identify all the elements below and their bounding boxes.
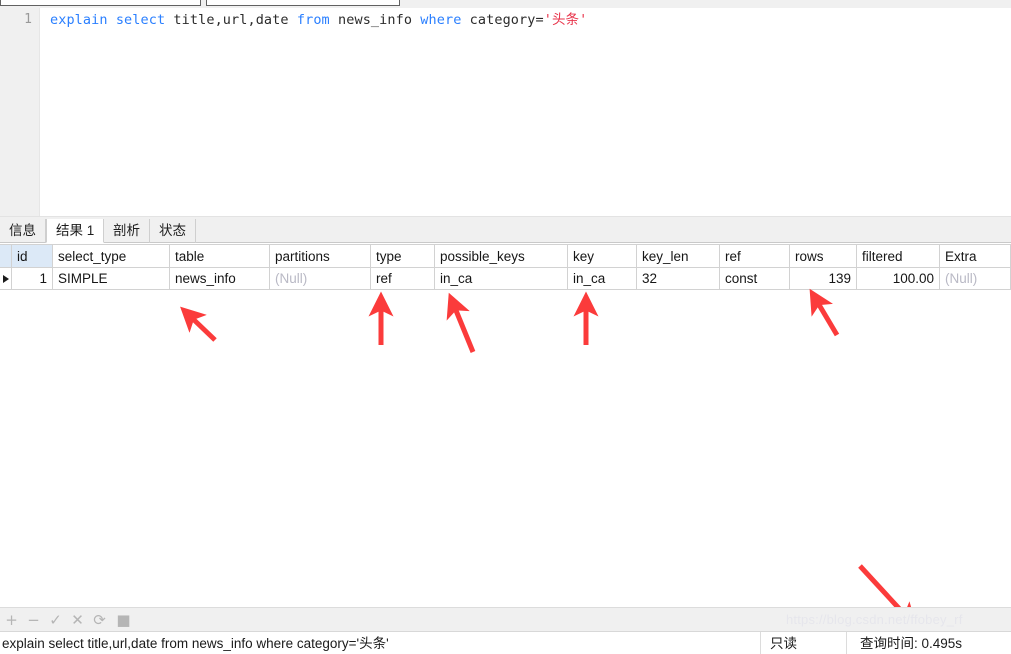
arrow-to-rows-column — [809, 288, 840, 337]
sql-token-3: title,url,date — [165, 12, 297, 28]
sql-token-4: from — [296, 12, 330, 28]
apply-change-button[interactable]: ✓ — [48, 612, 63, 628]
column-header-key_len[interactable]: key_len — [637, 245, 720, 267]
status-query-time: 查询时间: 0.495s — [860, 636, 963, 651]
arrow-to-table-column — [180, 306, 217, 342]
sql-token-8: '头条' — [543, 12, 588, 28]
column-header-extra[interactable]: Extra — [940, 245, 1011, 267]
tab-result-1[interactable]: 结果 1 — [46, 219, 105, 243]
status-sql-text: explain select title,url,date from news_… — [2, 636, 389, 651]
cell-key_len[interactable]: 32 — [637, 268, 720, 289]
status-bar: explain select title,url,date from news_… — [0, 631, 1011, 654]
cell-partitions[interactable]: (Null) — [270, 268, 371, 289]
sql-code-line[interactable]: explain select title,url,date from news_… — [50, 11, 587, 29]
cell-rows[interactable]: 139 — [790, 268, 857, 289]
tab-profile[interactable]: 剖析 — [104, 219, 150, 243]
tab-info[interactable]: 信息 — [0, 219, 46, 243]
site-watermark: https://blog.csdn.net/ffobey_rf — [786, 612, 963, 627]
column-header-type[interactable]: type — [371, 245, 435, 267]
column-header-ref[interactable]: ref — [720, 245, 790, 267]
tab-status[interactable]: 状态 — [150, 219, 196, 243]
cell-key[interactable]: in_ca — [568, 268, 637, 289]
add-record-button[interactable]: + — [4, 612, 19, 628]
results-tab-bar: 信息 结果 1 剖析 状态 — [0, 219, 1011, 244]
editor-gutter: 1 — [0, 8, 40, 216]
cell-ref[interactable]: const — [720, 268, 790, 289]
cell-table[interactable]: news_info — [170, 268, 270, 289]
status-separator-2 — [846, 632, 847, 654]
cell-id[interactable]: 1 — [12, 268, 53, 289]
top-tab-stub-1[interactable] — [0, 0, 201, 6]
column-header-rows[interactable]: rows — [790, 245, 857, 267]
sql-token-5: news_info — [329, 12, 421, 28]
line-number: 1 — [24, 12, 32, 27]
sql-token-6: where — [420, 12, 462, 28]
row-marker-cell — [0, 268, 12, 289]
status-separator-1 — [760, 632, 761, 654]
stop-button[interactable]: ■ — [116, 612, 131, 628]
cell-select_type[interactable]: SIMPLE — [53, 268, 170, 289]
grid-header-row: id select_type table partitions type possible… — [0, 244, 1011, 268]
top-tab-stub-2[interactable] — [206, 0, 400, 6]
column-header-partitions[interactable]: partitions — [270, 245, 371, 267]
explain-result-grid[interactable]: id select_type table partitions type possible… — [0, 244, 1011, 301]
column-header-possible_keys[interactable]: possible_keys — [435, 245, 568, 267]
current-row-arrow-icon — [3, 274, 9, 283]
sql-token-7: category= — [461, 12, 544, 28]
top-tab-strip — [0, 0, 1011, 8]
column-header-filtered[interactable]: filtered — [857, 245, 940, 267]
cell-filtered[interactable]: 100.00 — [857, 268, 940, 289]
column-header-table[interactable]: table — [170, 245, 270, 267]
sql-token-2: select — [115, 12, 166, 28]
status-readonly-label: 只读 — [770, 636, 797, 651]
sql-token-1 — [108, 12, 116, 28]
cell-possible_keys[interactable]: in_ca — [435, 268, 568, 289]
sql-editor-pane[interactable]: 1 explain select title,url,date from new… — [0, 8, 1011, 216]
delete-record-button[interactable]: − — [26, 612, 41, 628]
column-header-select_type[interactable]: select_type — [53, 245, 170, 267]
column-header-id[interactable]: id — [12, 245, 53, 267]
arrow-to-possible-keys-column — [446, 292, 476, 353]
column-header-key[interactable]: key — [568, 245, 637, 267]
sql-token-0: explain — [50, 12, 108, 28]
refresh-button[interactable]: ⟳ — [92, 612, 107, 628]
cell-extra[interactable]: (Null) — [940, 268, 1011, 289]
table-row[interactable]: 1 SIMPLE news_info (Null) ref in_ca in_ca 32 con… — [0, 268, 1011, 290]
cell-type[interactable]: ref — [371, 268, 435, 289]
row-marker-column-header — [0, 245, 12, 267]
cancel-change-button[interactable]: ✕ — [70, 612, 85, 628]
